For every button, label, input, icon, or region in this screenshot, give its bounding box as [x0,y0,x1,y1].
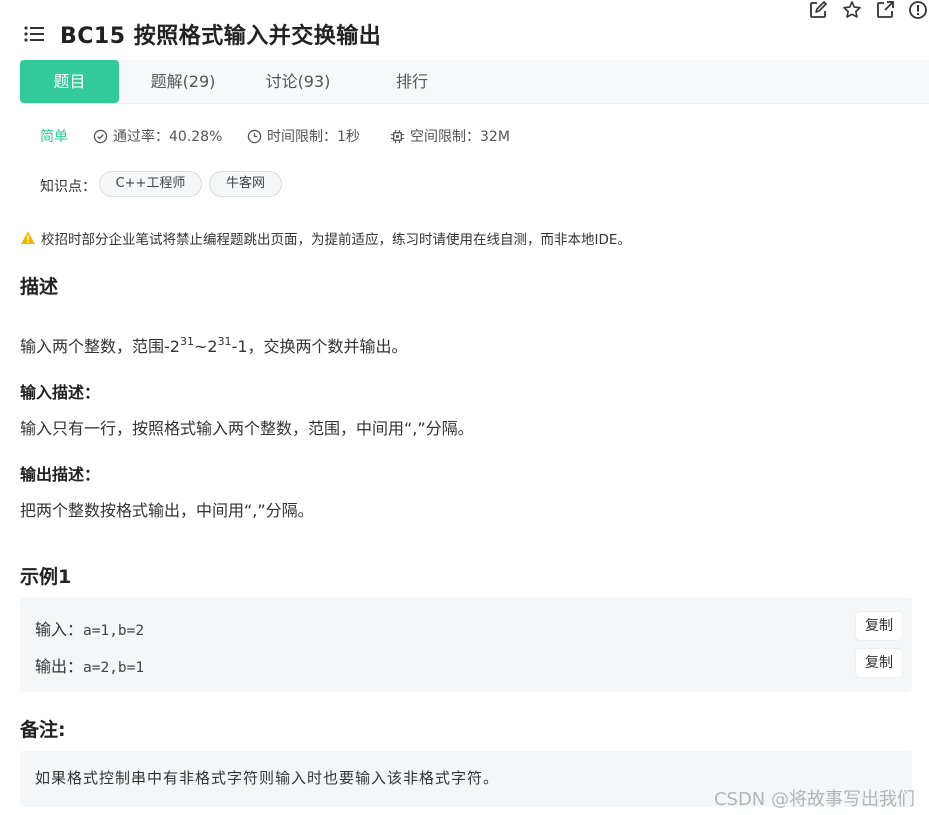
exam-warning: 校招时部分企业笔试将禁止编程题跳出页面，为提前适应，练习时请使用在线自测，而非本… [20,228,631,248]
description-text: 输入两个整数，范围-231~231-1，交换两个数并输出。 [20,335,408,356]
warning-icon [21,231,35,244]
example-input-value: a=1,b=2 [83,623,145,639]
tag-chip[interactable]: 牛客网 [209,171,282,197]
warning-text: 校招时部分企业笔试将禁止编程题跳出页面，为提前适应，练习时请使用在线自测，而非本… [41,232,631,248]
tags-label: 知识点： [40,179,96,195]
example-output-value: a=2,b=1 [83,660,145,676]
output-description-heading: 输出描述： [20,465,101,484]
note-heading: 备注: [20,719,66,741]
space-limit-text: 空间限制：32M [410,129,510,145]
time-limit-text: 时间限制：1秒 [267,129,360,145]
time-limit: 时间限制：1秒 [247,126,360,146]
chip-icon [390,129,405,143]
copy-input-button[interactable]: 复制 [856,612,902,640]
note-text: 如果格式控制串中有非格式字符则输入时也要输入该非格式字符。 [35,769,500,787]
example-heading: 示例1 [20,566,72,588]
tag-chip[interactable]: C++工程师 [99,171,202,197]
edit-icon[interactable] [808,0,828,20]
pass-rate-text: 通过率：40.28% [113,129,223,145]
list-menu-icon[interactable] [24,26,44,42]
watermark: CSDN @将故事写出我们 [713,789,915,810]
description-heading: 描述 [20,276,59,298]
input-description-text: 输入只有一行，按照格式输入两个整数，范围，中间用“,”分隔。 [20,419,474,438]
share-icon[interactable] [875,0,895,20]
copy-output-button[interactable]: 复制 [856,649,902,677]
example-input: 输入：a=1,b=2 [35,616,144,640]
output-description-text: 把两个整数按格式输出，中间用“,”分隔。 [20,501,314,520]
exponent: 31 [179,335,194,348]
problem-header: BC15 按照格式输入并交换输出 [0,0,929,62]
example-input-label: 输入： [35,620,84,639]
report-icon[interactable] [908,0,928,20]
example-output: 输出：a=2,b=1 [35,653,144,677]
space-limit: 空间限制：32M [390,126,510,146]
tab-ranking[interactable]: 排行 [362,60,462,103]
exponent: 31 [217,335,232,348]
example-output-label: 输出： [35,657,84,676]
pass-rate: 通过率：40.28% [93,126,222,146]
clock-icon [247,129,262,143]
tab-problem[interactable]: 题目 [20,60,119,103]
example-box: 输入：a=1,b=2 复制 输出：a=2,b=1 复制 [20,598,912,692]
input-description-heading: 输入描述： [20,383,101,402]
star-icon[interactable] [842,0,862,20]
tab-solutions[interactable]: 题解(29) [133,60,233,103]
problem-tabs: 题目 题解(29) 讨论(93) 排行 [20,60,929,104]
check-circle-icon [93,129,108,143]
tab-discussion[interactable]: 讨论(93) [248,60,348,103]
page-title: BC15 按照格式输入并交换输出 [60,24,382,49]
difficulty-badge: 简单 [40,129,68,145]
